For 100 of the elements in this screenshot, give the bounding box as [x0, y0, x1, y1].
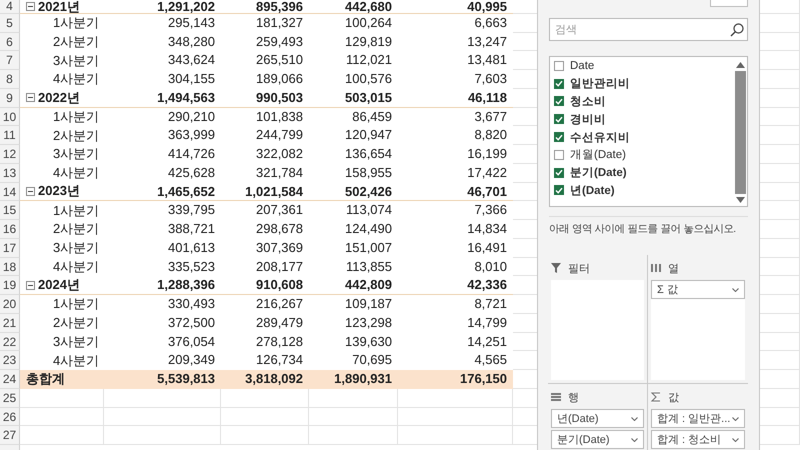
check-icon	[555, 116, 563, 123]
table-cell-text: 259,493	[255, 32, 304, 50]
area-title: 열	[668, 262, 679, 276]
table-cell-text: 16,199	[466, 145, 508, 163]
empty-cell[interactable]	[309, 408, 398, 426]
empty-cell[interactable]	[398, 408, 513, 426]
row-label: 3사분기	[53, 145, 100, 164]
row-number: 24	[0, 370, 20, 389]
scrollbar-thumb[interactable]	[735, 71, 746, 194]
checkbox[interactable]	[554, 78, 564, 89]
table-cell: 1,021,584	[221, 182, 309, 202]
empty-cell[interactable]	[309, 426, 398, 445]
checkbox[interactable]	[554, 114, 564, 124]
table-cell: 895,396	[221, 0, 309, 14]
table-cell-text: 100,264	[344, 14, 393, 32]
empty-cell[interactable]	[398, 388, 513, 408]
check-icon	[555, 186, 563, 194]
table-cell-text: 189,066	[255, 70, 304, 88]
table-cell-text: 129,819	[344, 32, 393, 50]
row-number: 20	[0, 295, 20, 314]
row-number: 22	[0, 332, 20, 352]
row-number: 9	[0, 88, 20, 108]
field-dropdown[interactable]: 분기(Date)	[551, 430, 644, 449]
checkbox[interactable]	[554, 132, 564, 142]
row-label: 2023년	[38, 182, 80, 200]
checkbox[interactable]	[554, 150, 564, 160]
field-dropdown[interactable]: 년(Date)	[551, 409, 644, 428]
table-cell-text: 70,695	[351, 351, 393, 370]
table-cell: 46,701	[398, 182, 513, 202]
row-number: 14	[0, 182, 20, 202]
row-label: 총합계	[26, 370, 65, 388]
drop-area[interactable]: 년(Date) 분기(Date)	[551, 409, 644, 449]
collapse-icon[interactable]	[26, 2, 35, 11]
down-arrow-icon	[736, 197, 745, 203]
row-number: 8	[0, 70, 20, 89]
field-label: 경비비	[570, 112, 606, 127]
empty-cell[interactable]	[221, 388, 309, 408]
checkbox[interactable]	[554, 96, 564, 106]
instruction-text: 아래 영역 사이에 필드를 끌어 놓으십시오.	[549, 216, 748, 241]
empty-cell[interactable]	[104, 388, 221, 408]
field-dropdown[interactable]: 합계 : 일반관...	[651, 409, 745, 428]
table-cell-text: 7,366	[473, 201, 508, 220]
table-cell-text: 244,799	[255, 126, 304, 144]
area-title: 필터	[568, 262, 590, 276]
table-cell-text: 8,010	[473, 258, 508, 276]
table-cell-text: 4,565	[473, 351, 508, 370]
search-field[interactable]: 검색	[549, 18, 748, 41]
row-number: 12	[0, 145, 20, 164]
table-cell: 40,995	[398, 0, 513, 14]
checkbox[interactable]	[554, 168, 564, 178]
table-cell-text: 126,734	[255, 351, 304, 370]
collapse-icon[interactable]	[26, 186, 35, 196]
check-icon	[555, 169, 563, 176]
table-cell-text: 339,795	[167, 201, 216, 220]
row-label: 2024년	[38, 276, 80, 294]
caret-icon	[732, 438, 739, 442]
table-cell-text: 307,369	[255, 238, 304, 257]
row-number: 27	[0, 426, 20, 445]
empty-cell[interactable]	[221, 426, 309, 445]
row-label: 1사분기	[53, 14, 100, 32]
field-dropdown[interactable]: Σ 값	[651, 280, 745, 299]
row-label: 3사분기	[53, 52, 100, 70]
drop-area[interactable]: 합계 : 일반관... 합계 : 청소비	[651, 409, 745, 449]
collapse-icon[interactable]	[26, 280, 35, 290]
field-dropdown[interactable]: 합계 : 청소비	[651, 430, 745, 449]
search-icon	[730, 22, 744, 36]
table-cell-text: 216,267	[255, 295, 304, 313]
check-icon	[555, 134, 563, 141]
table-cell-text: 151,007	[344, 238, 393, 257]
table-cell-text: 8,820	[473, 126, 508, 144]
checkbox[interactable]	[554, 185, 564, 196]
row-label: 3사분기	[53, 239, 100, 258]
empty-cell[interactable]	[309, 388, 398, 408]
row-number: 7	[0, 51, 20, 70]
area-title: 행	[568, 390, 579, 404]
tools-button[interactable]	[710, 0, 748, 7]
area-title: 값	[668, 390, 679, 404]
table-cell-text: 207,361	[255, 201, 304, 220]
empty-cell[interactable]	[221, 408, 309, 426]
sigma-icon	[651, 392, 661, 402]
table-cell-text: 109,187	[344, 295, 393, 313]
table-cell-text: 158,955	[344, 164, 393, 182]
empty-cell[interactable]	[104, 408, 221, 426]
table-cell-text: 388,721	[167, 220, 216, 238]
collapse-icon[interactable]	[26, 93, 35, 102]
field-label: 수선유지비	[570, 130, 630, 145]
row-number: 17	[0, 238, 20, 258]
row-number: 5	[0, 14, 20, 32]
checkbox[interactable]	[554, 60, 564, 71]
table-cell-text: 120,947	[344, 126, 393, 144]
drop-area[interactable]: Σ 값	[651, 280, 745, 380]
search-input[interactable]: 검색	[555, 24, 730, 36]
table-cell: 502,426	[309, 182, 398, 202]
table-cell-text: 139,630	[344, 332, 393, 350]
empty-cell[interactable]	[104, 426, 221, 445]
row-number: 26	[0, 408, 20, 426]
table-cell-text: 14,251	[466, 332, 508, 350]
table-cell-text: 113,855	[344, 258, 393, 276]
table-cell-text: 322,082	[255, 145, 304, 163]
empty-cell[interactable]	[398, 426, 513, 445]
